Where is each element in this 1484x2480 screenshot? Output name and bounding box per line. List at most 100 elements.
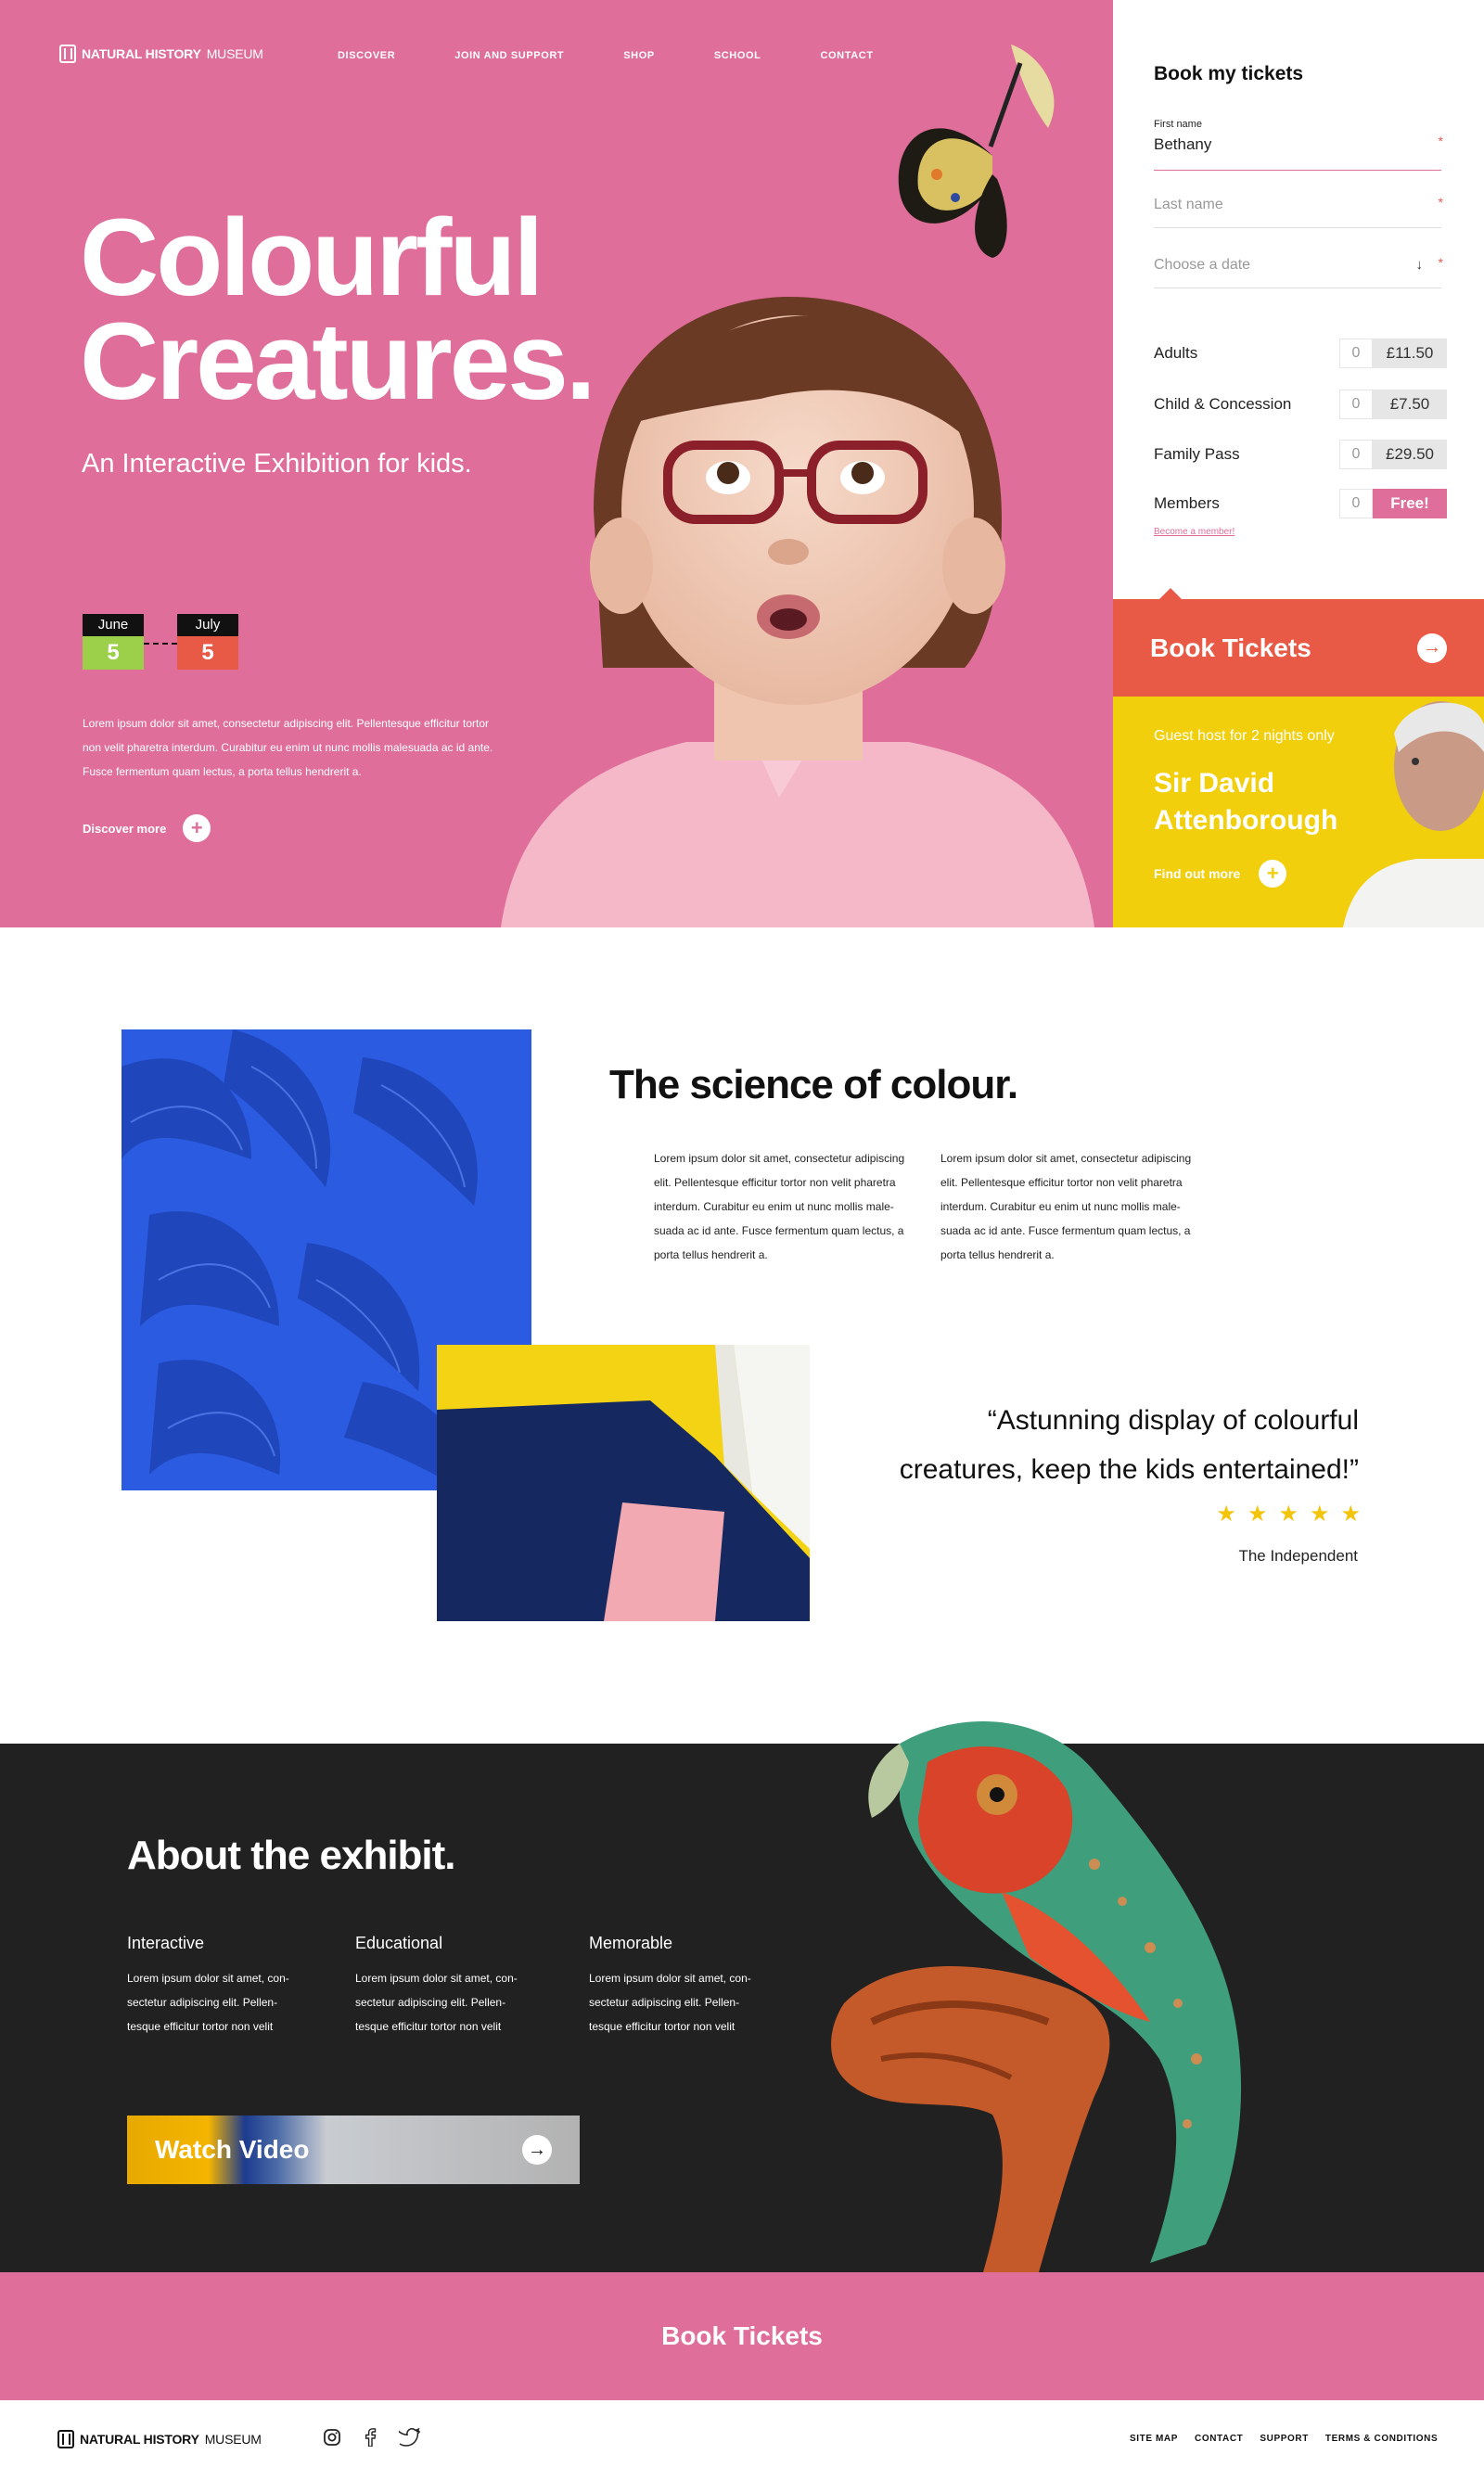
watch-video-button[interactable]: Watch Video → <box>127 2116 580 2184</box>
discover-more-link[interactable]: Discover more + <box>83 814 211 842</box>
arrow-down-icon: ↓ <box>1415 257 1424 273</box>
about-col-heading: Memorable <box>589 1934 673 1952</box>
hero-subtitle: An Interactive Exhibition for kids. <box>82 449 472 479</box>
about-col-heading: Educational <box>355 1934 443 1952</box>
nav-contact[interactable]: CONTACT <box>820 50 873 61</box>
hero-section: NATURAL HISTORY MUSEUM DISCOVER JOIN AND… <box>0 0 1113 927</box>
about-title: About the exhibit. <box>127 1833 456 1878</box>
date-end-month: July <box>177 614 238 636</box>
book-tickets-cta[interactable]: Book Tickets <box>0 2272 1484 2400</box>
chameleon-image <box>831 1721 1242 2272</box>
plus-icon: + <box>183 814 211 842</box>
about-section: About the exhibit. Interactive Lorem ips… <box>0 1721 1484 2272</box>
footer-link-support[interactable]: SUPPORT <box>1260 2434 1309 2444</box>
first-name-field[interactable]: First name Bethany * <box>1154 119 1443 171</box>
footer-link-contact[interactable]: CONTACT <box>1195 2434 1243 2444</box>
review-source: The Independent <box>1238 1547 1358 1565</box>
logo-icon <box>58 2430 74 2448</box>
butterfly-image <box>898 45 1055 258</box>
date-select[interactable]: Choose a date ↓ * <box>1154 255 1443 288</box>
star-icon: ★ <box>1216 1502 1236 1527</box>
star-icon: ★ <box>1309 1502 1330 1527</box>
hero-title-line1: Colourful <box>80 197 544 319</box>
about-col-text: Lorem ipsum dolor sit amet, con-sectetur… <box>355 1972 518 2033</box>
ticket-name: Family Pass <box>1154 445 1240 463</box>
date-start-month: June <box>83 614 144 636</box>
first-name-label: First name <box>1154 119 1202 130</box>
about-col-text: Lorem ipsum dolor sit amet, con-sectetur… <box>127 1972 289 2033</box>
colour-blocks-image <box>437 1345 810 1621</box>
about-col-text: Lorem ipsum dolor sit amet, con-sectetur… <box>589 1972 751 2033</box>
hero-title: Colourful Creatures. <box>80 197 596 423</box>
hero-body: Lorem ipsum dolor sit amet, consectetur … <box>83 717 493 778</box>
instagram-icon[interactable] <box>323 2428 341 2447</box>
date-connector <box>144 643 177 645</box>
star-icon: ★ <box>1278 1502 1298 1527</box>
nav-join-support[interactable]: JOIN AND SUPPORT <box>454 50 564 61</box>
logo-text-light: MUSEUM <box>204 2432 262 2447</box>
date-end-day: 5 <box>177 636 238 670</box>
nav-school[interactable]: SCHOOL <box>714 50 761 61</box>
rating-stars: ★ ★ ★ ★ ★ <box>1113 1501 1361 1528</box>
footer-logo[interactable]: NATURAL HISTORY MUSEUM <box>58 2430 262 2448</box>
ticket-row-family: Family Pass 0 £29.50 <box>1154 440 1447 469</box>
arrow-right-icon: → <box>522 2135 552 2165</box>
ticket-qty-input[interactable]: 0 <box>1339 390 1373 419</box>
footer-link-terms[interactable]: TERMS & CONDITIONS <box>1325 2434 1438 2444</box>
date-end: July 5 <box>177 614 238 670</box>
discover-more-label: Discover more <box>83 821 167 836</box>
guest-name: Sir David Attenborough <box>1154 765 1337 839</box>
booking-title: Book my tickets <box>1154 63 1304 84</box>
date-start: June 5 <box>83 614 144 670</box>
find-out-more-link[interactable]: Find out more + <box>1154 860 1287 888</box>
guest-name-line2: Attenborough <box>1154 805 1338 836</box>
ticket-price-free: Free! <box>1373 489 1447 518</box>
facebook-icon[interactable] <box>364 2428 377 2447</box>
nav-discover[interactable]: DISCOVER <box>338 50 395 61</box>
become-member-link[interactable]: Become a member! <box>1154 527 1235 537</box>
attenborough-photo <box>1343 701 1484 927</box>
science-title: The science of colour. <box>609 1062 1018 1107</box>
logo-icon <box>59 45 76 63</box>
watch-video-label: Watch Video <box>155 2135 310 2164</box>
star-icon: ★ <box>1340 1502 1361 1527</box>
review-quote: “Astunning display of colourful creature… <box>899 1405 1359 1485</box>
book-tickets-label: Book Tickets <box>1150 633 1311 662</box>
ticket-name: Adults <box>1154 344 1198 362</box>
date-start-day: 5 <box>83 636 144 670</box>
guest-name-line1: Sir David <box>1154 768 1275 799</box>
logo-text-bold: NATURAL HISTORY <box>80 2432 199 2447</box>
ticket-qty-input[interactable]: 0 <box>1339 440 1373 469</box>
cta-label: Book Tickets <box>661 2321 823 2350</box>
ticket-price: £11.50 <box>1373 339 1447 368</box>
social-links <box>323 2428 421 2447</box>
twitter-icon[interactable] <box>399 2428 421 2447</box>
star-icon: ★ <box>1247 1502 1268 1527</box>
ticket-row-members: Members 0 Free! <box>1154 489 1447 518</box>
guest-kicker: Guest host for 2 nights only <box>1154 728 1335 744</box>
about-col-interactive: Interactive Lorem ipsum dolor sit amet, … <box>127 1934 303 2039</box>
last-name-field[interactable]: Last name * <box>1154 195 1443 228</box>
about-col-educational: Educational Lorem ipsum dolor sit amet, … <box>355 1934 531 2039</box>
first-name-value: Bethany <box>1154 135 1212 153</box>
find-out-more-label: Find out more <box>1154 866 1241 881</box>
footer: NATURAL HISTORY MUSEUM SITE MAP CONTACT … <box>0 2400 1484 2480</box>
guest-host-promo: Guest host for 2 nights only Sir David A… <box>1113 697 1484 927</box>
about-col-heading: Interactive <box>127 1934 205 1952</box>
logo[interactable]: NATURAL HISTORY MUSEUM <box>59 45 263 63</box>
ticket-qty-input[interactable]: 0 <box>1339 339 1373 368</box>
arrow-right-icon: → <box>1417 633 1447 663</box>
book-tickets-button[interactable]: Book Tickets → <box>1113 588 1484 697</box>
logo-text-bold: NATURAL HISTORY <box>82 46 201 61</box>
hero-title-line2: Creatures. <box>80 300 596 423</box>
nav-shop[interactable]: SHOP <box>623 50 655 61</box>
logo-text-light: MUSEUM <box>206 46 263 61</box>
ticket-name: Members <box>1154 494 1220 512</box>
ticket-price: £7.50 <box>1373 390 1447 419</box>
footer-link-site-map[interactable]: SITE MAP <box>1130 2434 1178 2444</box>
science-col-1: Lorem ipsum dolor sit amet, consectetur … <box>654 1152 905 1261</box>
ticket-qty-input[interactable]: 0 <box>1339 489 1373 518</box>
ticket-row-child: Child & Concession 0 £7.50 <box>1154 390 1447 419</box>
last-name-placeholder: Last name <box>1154 197 1223 212</box>
about-col-memorable: Memorable Lorem ipsum dolor sit amet, co… <box>589 1934 765 2039</box>
